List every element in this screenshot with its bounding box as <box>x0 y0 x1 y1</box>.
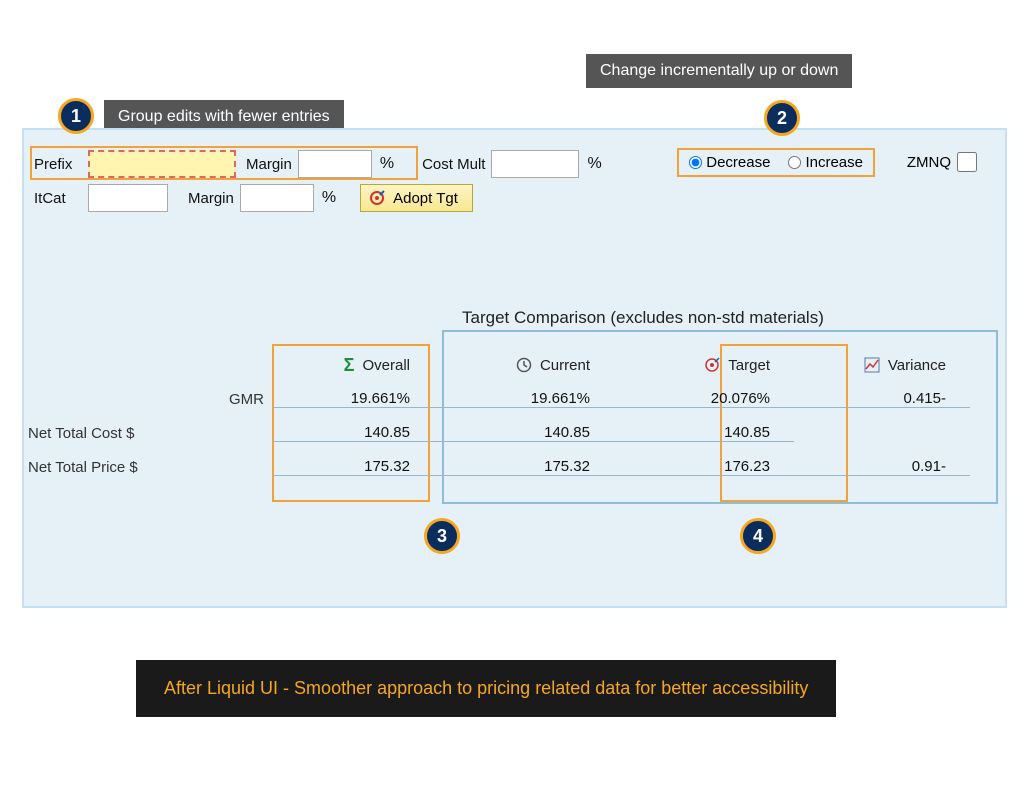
col-variance: Variance <box>794 357 970 374</box>
variance-icon <box>864 357 880 373</box>
overall-gmr: 19.661% <box>272 390 434 408</box>
col-target-label: Target <box>728 357 770 374</box>
target-comparison-title: Target Comparison (excludes non-std mate… <box>462 308 824 328</box>
zmnq-field: ZMNQ <box>907 152 977 172</box>
overall-price: 175.32 <box>272 458 434 476</box>
label-gmr: GMR <box>24 391 272 408</box>
row-net-price: Net Total Price $ 175.32 175.32 176.23 0… <box>24 450 1000 484</box>
col-current: Current <box>434 357 614 374</box>
radio-decrease-input[interactable] <box>689 156 702 169</box>
row-gmr: GMR 19.661% 19.661% 20.076% 0.415- <box>24 382 1000 416</box>
current-cost: 140.85 <box>434 424 614 442</box>
direction-radio-group: Decrease Increase <box>677 148 875 177</box>
col-variance-label: Variance <box>888 357 946 374</box>
itcat-input[interactable] <box>88 184 168 212</box>
row-net-cost: Net Total Cost $ 140.85 140.85 140.85 <box>24 416 1000 450</box>
prefix-input[interactable] <box>88 150 236 178</box>
margin-input-2[interactable] <box>240 184 314 212</box>
grid-header: Σ Overall Current Target Variance <box>24 348 1000 382</box>
zmnq-label: ZMNQ <box>907 154 951 171</box>
clock-icon <box>516 357 532 373</box>
sigma-icon: Σ <box>344 355 355 376</box>
costmult-input[interactable] <box>491 150 579 178</box>
variance-price: 0.91- <box>794 458 970 476</box>
badge-4: 4 <box>740 518 776 554</box>
label-margin-1: Margin <box>246 156 292 173</box>
target-cost: 140.85 <box>614 424 794 442</box>
margin-input-1[interactable] <box>298 150 372 178</box>
label-costmult: Cost Mult <box>422 156 485 173</box>
col-overall-label: Overall <box>362 357 410 374</box>
overall-cost: 140.85 <box>272 424 434 442</box>
label-itcat: ItCat <box>34 190 82 207</box>
radio-increase-input[interactable] <box>788 156 801 169</box>
badge-1: 1 <box>58 98 94 134</box>
comparison-grid: Σ Overall Current Target Variance <box>24 348 1000 484</box>
label-margin-2: Margin <box>188 190 234 207</box>
current-price: 175.32 <box>434 458 614 476</box>
col-current-label: Current <box>540 357 590 374</box>
pct-3: % <box>322 189 336 207</box>
adopt-tgt-label: Adopt Tgt <box>393 190 458 207</box>
bottom-banner: After Liquid UI - Smoother approach to p… <box>136 660 836 717</box>
target-gmr: 20.076% <box>614 390 794 408</box>
target-icon <box>369 190 385 206</box>
label-net-cost: Net Total Cost $ <box>24 425 272 442</box>
callout-2: Change incrementally up or down <box>586 54 852 88</box>
badge-2: 2 <box>764 100 800 136</box>
variance-gmr: 0.415- <box>794 390 970 408</box>
radio-increase[interactable]: Increase <box>788 154 863 171</box>
current-gmr: 19.661% <box>434 390 614 408</box>
zmnq-checkbox[interactable] <box>957 152 977 172</box>
radio-increase-label: Increase <box>805 154 863 171</box>
adopt-tgt-button[interactable]: Adopt Tgt <box>360 184 473 212</box>
col-target: Target <box>614 357 794 374</box>
pct-2: % <box>587 155 601 173</box>
target-price: 176.23 <box>614 458 794 476</box>
badge-3: 3 <box>424 518 460 554</box>
target-col-icon <box>704 357 720 373</box>
col-overall: Σ Overall <box>272 355 434 376</box>
pct-1: % <box>380 155 394 173</box>
radio-decrease[interactable]: Decrease <box>689 154 770 171</box>
label-prefix: Prefix <box>34 156 82 173</box>
radio-decrease-label: Decrease <box>706 154 770 171</box>
label-net-price: Net Total Price $ <box>24 459 272 476</box>
main-panel: Prefix Margin % Cost Mult % ItCat Margin… <box>22 128 1007 608</box>
